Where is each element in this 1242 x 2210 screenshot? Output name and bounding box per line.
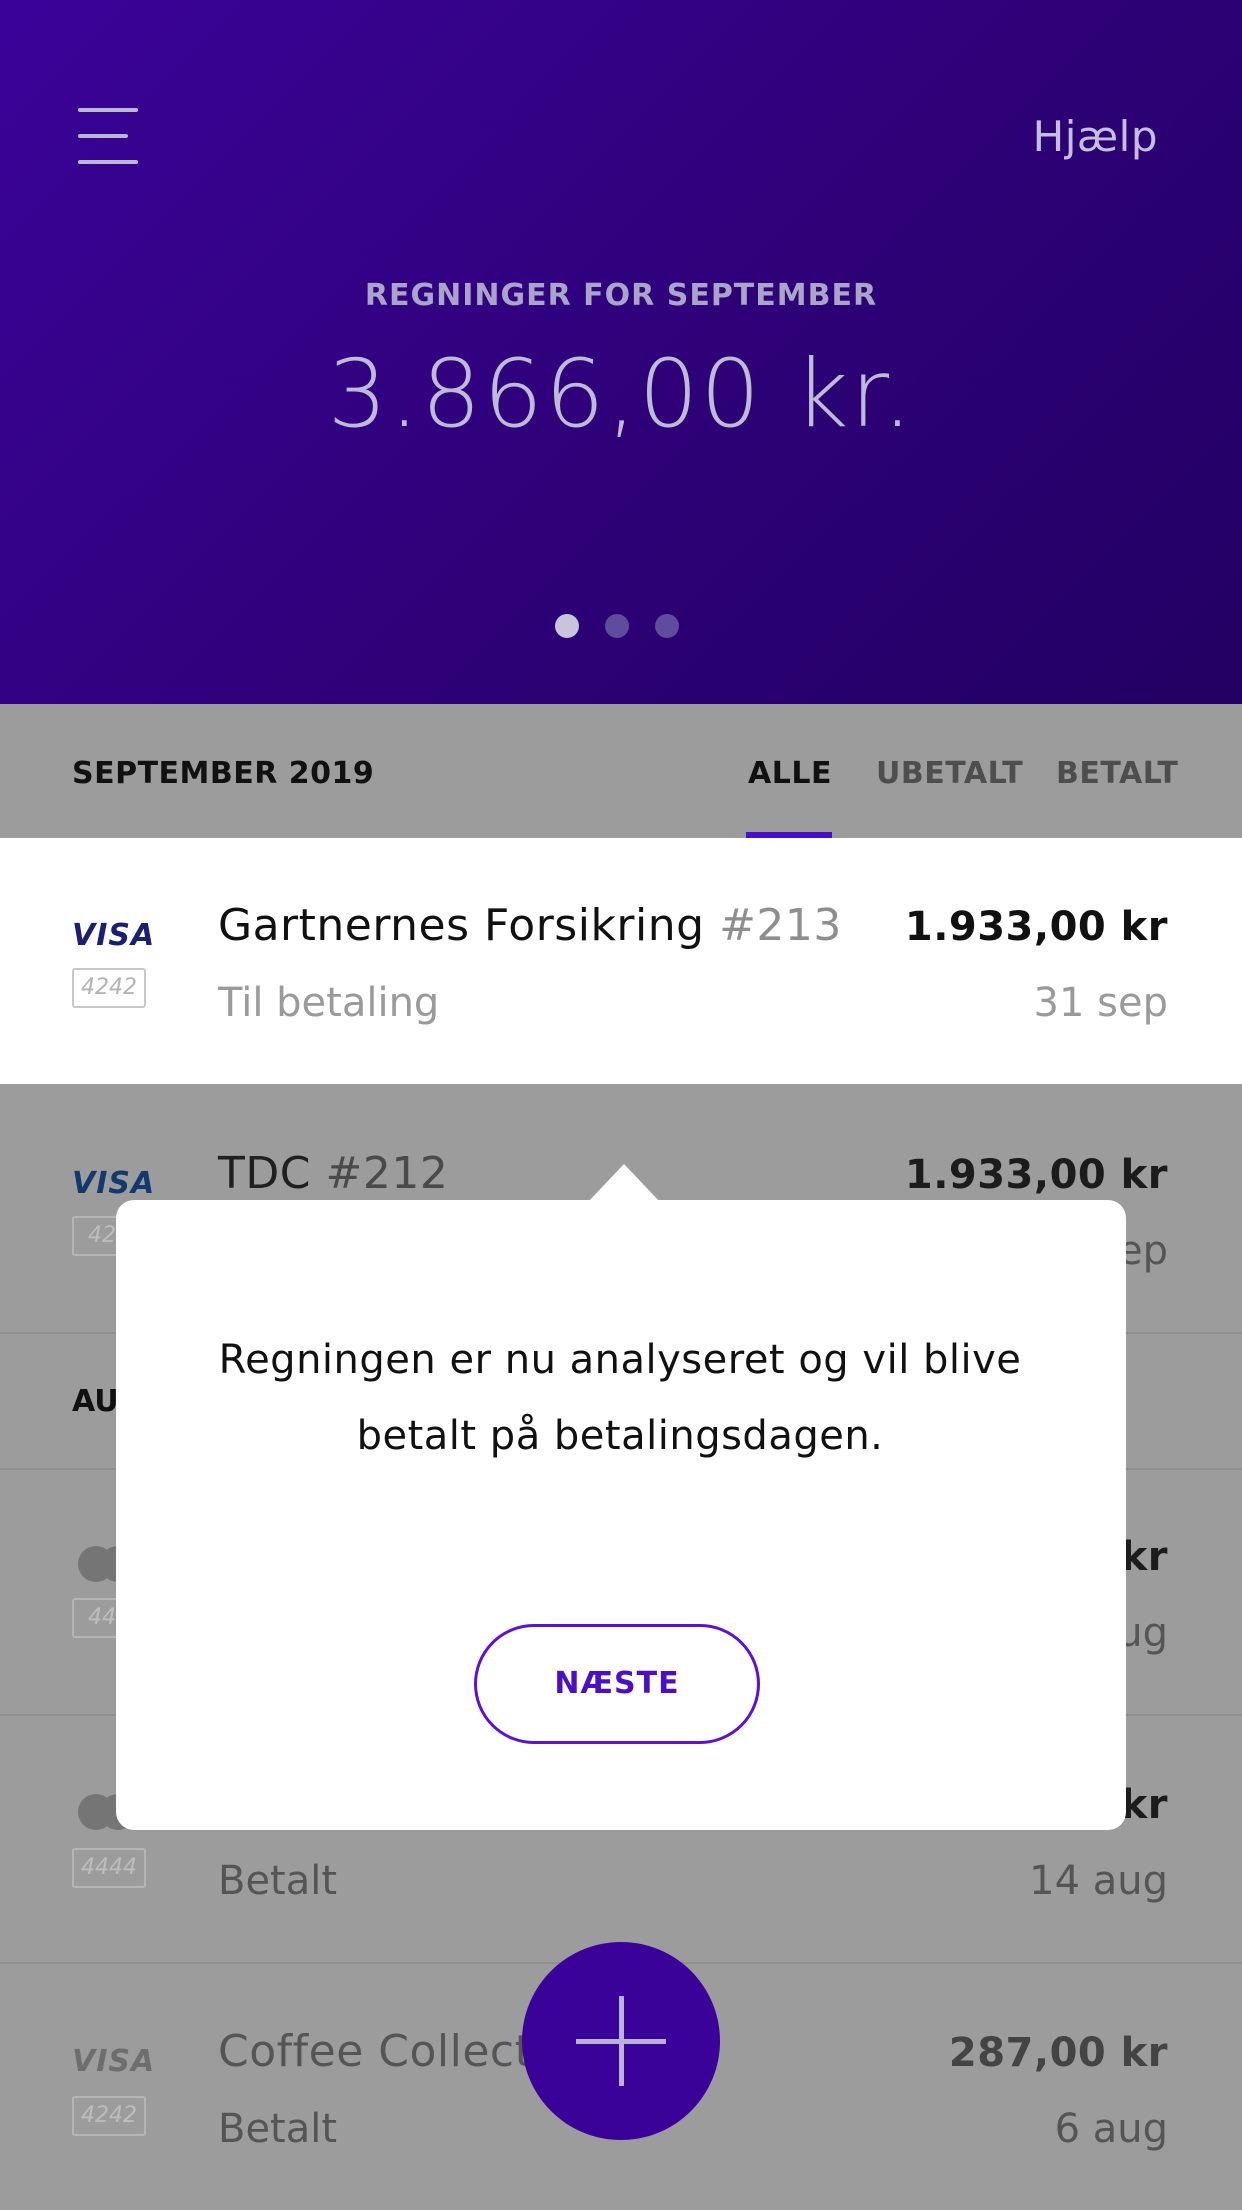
bill-amount: 1.933,00 kr <box>904 1152 1168 1198</box>
bills-period-label: REGNINGER FOR SEPTEMBER <box>364 278 878 313</box>
dialog-pointer <box>588 1164 660 1202</box>
card-last4: 4242 <box>72 968 146 1008</box>
total-amount: 3.866,00 kr. <box>327 340 915 449</box>
card-last4: 4444 <box>72 1848 146 1888</box>
visa-card-icon: VISA <box>72 918 156 953</box>
tab-unpaid[interactable]: UBETALT <box>876 756 1023 791</box>
bill-status: Betalt <box>218 2106 338 2152</box>
tab-all[interactable]: ALLE <box>748 756 832 791</box>
bill-payee: TDC #212 <box>218 1148 449 1199</box>
section-label: AU <box>72 1384 119 1419</box>
bill-status: Til betaling <box>218 980 440 1026</box>
carousel-dot[interactable] <box>605 614 629 638</box>
bill-amount: 287,00 kr <box>948 2030 1168 2076</box>
card-last4: 4242 <box>72 2096 146 2136</box>
bill-row[interactable] <box>0 838 1242 1084</box>
bill-status: Betalt <box>218 1858 338 1904</box>
next-button[interactable]: NÆSTE <box>474 1624 760 1744</box>
visa-card-icon: VISA <box>72 1166 156 1201</box>
bill-date: 6 aug <box>1054 2106 1168 2152</box>
bill-date: 31 sep <box>1033 980 1168 1026</box>
dialog-message: Regningen er nu analyseret og vil blive … <box>218 1337 1022 1459</box>
bill-payee: Coffee Collecti <box>218 2026 546 2077</box>
tab-paid[interactable]: BETALT <box>1056 756 1178 791</box>
bill-payee: Gartnernes Forsikring #213 <box>218 900 842 951</box>
hamburger-menu-icon[interactable] <box>78 108 142 166</box>
carousel-dot[interactable] <box>655 614 679 638</box>
visa-card-icon: VISA <box>72 2044 156 2079</box>
bill-date: 14 aug <box>1029 1858 1168 1904</box>
bill-amount: 1.933,00 kr <box>904 904 1168 950</box>
add-bill-button[interactable] <box>522 1942 720 2140</box>
month-label: SEPTEMBER 2019 <box>72 756 375 791</box>
bill-amount: kr <box>1120 1534 1168 1580</box>
help-link[interactable]: Hjælp <box>1033 112 1158 161</box>
carousel-dot-active[interactable] <box>555 614 579 638</box>
carousel-indicator[interactable] <box>555 614 695 640</box>
bill-amount: kr <box>1120 1782 1168 1828</box>
